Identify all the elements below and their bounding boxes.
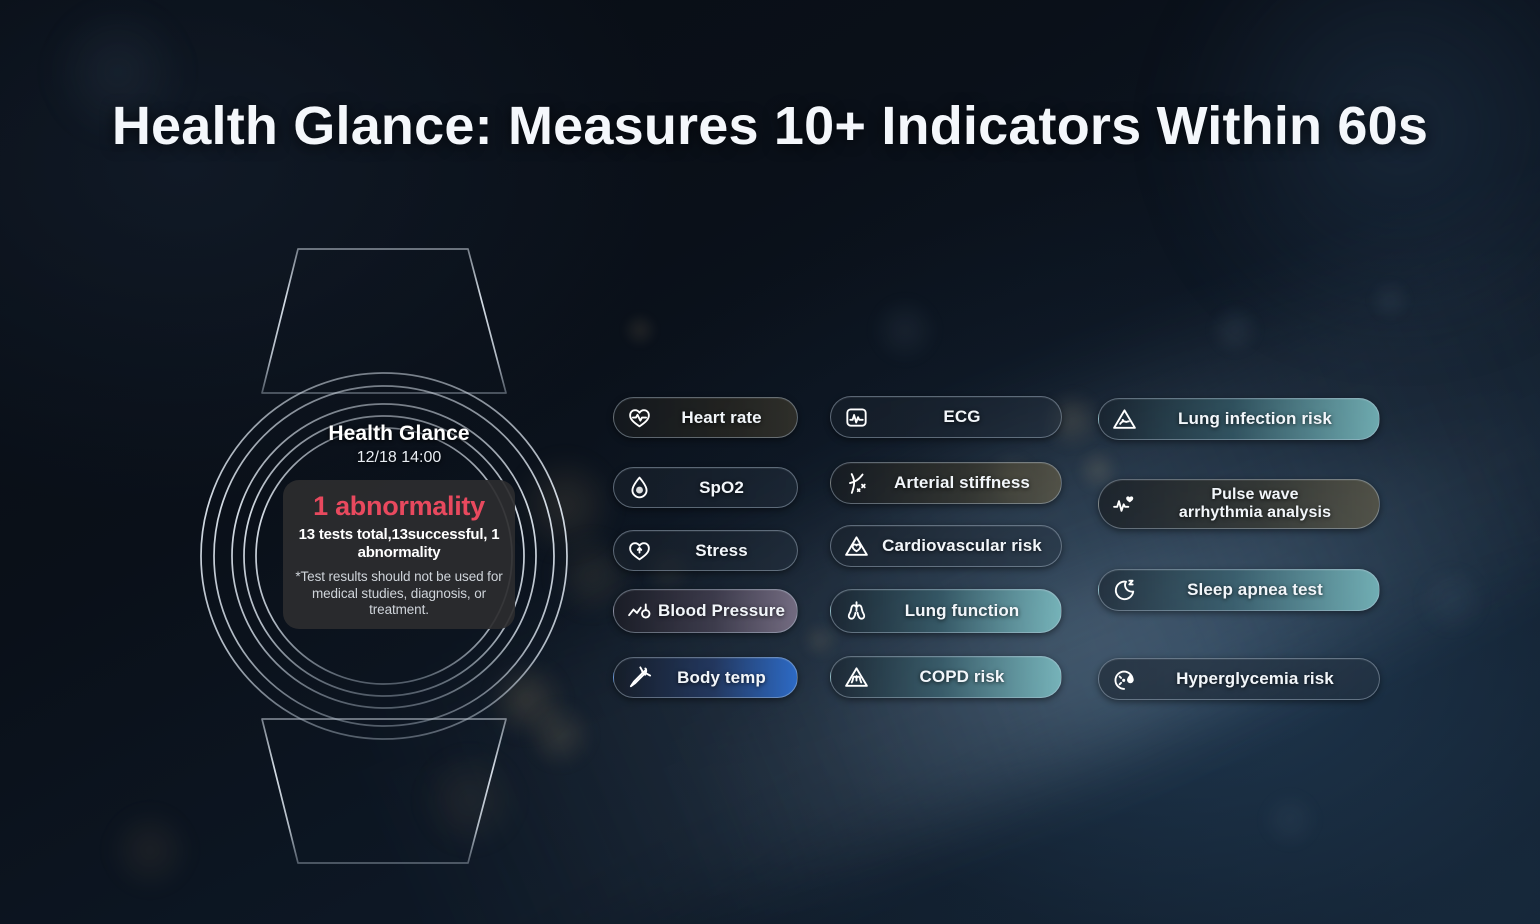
indicator-pill-label: Arterial stiffness	[894, 473, 1030, 493]
pulse-heart-icon	[1107, 487, 1141, 521]
indicator-pill-stress[interactable]: Stress	[613, 530, 798, 571]
indicator-pill-ecg[interactable]: ECG	[830, 396, 1062, 438]
thermometer-icon	[622, 661, 656, 695]
indicator-pill-label: Cardiovascular risk	[882, 536, 1042, 556]
indicator-pill-body-temp[interactable]: Body temp	[613, 657, 798, 698]
ecg-card-icon	[839, 400, 873, 434]
indicator-pill-hyperglycemia-risk[interactable]: Hyperglycemia risk	[1098, 658, 1380, 700]
indicator-pill-label: Stress	[695, 540, 748, 560]
warning-lungs-icon	[839, 660, 873, 694]
indicator-pill-arterial-stiffness[interactable]: Arterial stiffness	[830, 462, 1062, 504]
indicator-pill-label: Hyperglycemia risk	[1176, 669, 1334, 689]
moon-sleep-icon	[1107, 573, 1141, 607]
indicator-pill-label: Lung function	[904, 601, 1020, 621]
indicator-pill-label: Sleep apnea test	[1187, 580, 1323, 600]
warning-lung-infection-icon	[1107, 402, 1141, 436]
indicator-pill-label: Pulse wave arrhythmia analysis	[1178, 486, 1332, 521]
indicator-pill-blood-pressure[interactable]: Blood Pressure	[613, 589, 798, 633]
lungs-icon	[839, 594, 873, 628]
indicator-pill-copd-risk[interactable]: COPD risk	[830, 656, 1062, 698]
indicator-pill-lung-function[interactable]: Lung function	[830, 589, 1062, 633]
heart-pulse-icon	[622, 401, 656, 435]
indicator-pill-label: COPD risk	[919, 667, 1005, 687]
heart-outline-icon	[622, 534, 656, 568]
indicator-pill-label: ECG	[943, 407, 981, 427]
indicator-pill-label: Blood Pressure	[657, 601, 786, 621]
indicator-pill-cardiovascular-risk[interactable]: Cardiovascular risk	[830, 525, 1062, 567]
indicator-pill-sleep-apnea-test[interactable]: Sleep apnea test	[1098, 569, 1380, 611]
artery-icon	[839, 466, 873, 500]
indicator-pill-label: Body temp	[677, 667, 766, 687]
bp-curve-icon	[622, 594, 656, 628]
indicator-pill-heart-rate[interactable]: Heart rate	[613, 397, 798, 438]
indicator-pill-label: SpO2	[699, 477, 744, 497]
indicator-pill-spo2[interactable]: SpO2	[613, 467, 798, 508]
indicator-pill-label: Heart rate	[681, 407, 762, 427]
indicator-grid: Heart rate SpO2 Stress Blood Pressure Body t…	[0, 0, 1540, 924]
indicator-pill-label: Lung infection risk	[1178, 409, 1332, 429]
glucose-drop-icon	[1107, 662, 1141, 696]
blood-drop-icon	[622, 471, 656, 505]
warning-heart-icon	[839, 529, 873, 563]
indicator-pill-pulse-wave-arrhythmia-analysis[interactable]: Pulse wave arrhythmia analysis	[1098, 479, 1380, 529]
indicator-pill-lung-infection-risk[interactable]: Lung infection risk	[1098, 398, 1380, 440]
